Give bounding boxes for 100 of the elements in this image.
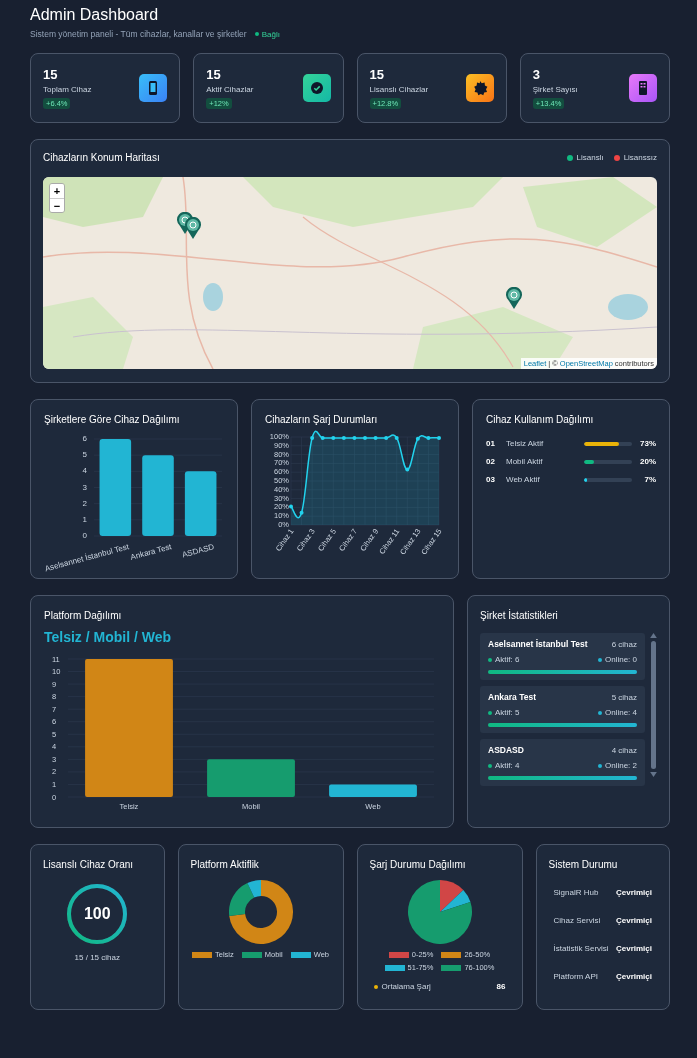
status-dot bbox=[488, 710, 492, 715]
status-dot bbox=[597, 763, 602, 768]
average-label: Ortalama Şarj bbox=[381, 982, 431, 991]
company-name: ASDASD bbox=[488, 745, 524, 755]
card-title: Şarj Durumu Dağılımı bbox=[369, 859, 467, 870]
company-item[interactable]: ASDASD 4 cihaz Aktif: 4 Online: 2 bbox=[480, 739, 645, 786]
scroll-up-icon[interactable] bbox=[649, 633, 657, 638]
chart-point bbox=[437, 435, 441, 440]
device-count: 4 cihaz bbox=[611, 745, 637, 755]
connection-status: Bağlı bbox=[254, 29, 280, 39]
service-name: SignalR Hub bbox=[553, 888, 599, 897]
check-icon bbox=[302, 74, 331, 102]
chart-point bbox=[289, 504, 293, 509]
card-title: Cihazların Konum Haritası bbox=[43, 152, 160, 163]
card-title: Platform Aktiflik bbox=[190, 859, 260, 870]
stat-value: 15 bbox=[206, 67, 221, 82]
ring-gauge bbox=[65, 882, 130, 946]
axis-label: 0 bbox=[82, 531, 87, 540]
active-count: Aktif: 6 bbox=[495, 655, 520, 664]
card-title: Platform Dağılımı bbox=[44, 610, 123, 621]
chart-point bbox=[405, 467, 410, 472]
gauge-value: 100 bbox=[83, 905, 111, 923]
service-name: İstatistik Servisi bbox=[553, 944, 609, 953]
usage-label: Telsiz Aktif bbox=[506, 439, 545, 448]
service-status: Çevrimiçi bbox=[615, 916, 652, 925]
company-item[interactable]: Ankara Test 5 cihaz Aktif: 5 Online: 4 bbox=[480, 686, 645, 733]
legend-swatch bbox=[388, 951, 409, 958]
online-count: Online: 0 bbox=[604, 655, 637, 664]
chart-point bbox=[394, 435, 399, 440]
axis-label: 1 bbox=[82, 514, 87, 524]
legend-swatch bbox=[241, 951, 262, 958]
service-name: Cihaz Servisi bbox=[553, 916, 601, 925]
phone-icon bbox=[139, 74, 168, 102]
service-name: Platform API bbox=[553, 972, 598, 981]
legend-swatch bbox=[441, 951, 462, 958]
device-count: 5 cihaz bbox=[611, 692, 637, 702]
legend-label: Lisanssız bbox=[623, 153, 657, 162]
axis-label: 3 bbox=[82, 482, 87, 492]
chart-point bbox=[320, 435, 325, 440]
chart-point bbox=[341, 435, 346, 440]
chart-point bbox=[415, 436, 420, 441]
active-count: Aktif: 4 bbox=[495, 761, 520, 770]
stat-label: Lisanslı Cihazlar bbox=[369, 85, 429, 94]
map-marker-icon[interactable] bbox=[185, 217, 201, 239]
chart-point bbox=[310, 435, 315, 440]
badge-icon bbox=[465, 74, 494, 102]
page-subtitle: Sistem yönetim paneli - Tüm cihazlar, kanallar ve şirketler bbox=[30, 29, 247, 39]
average-value: 86 bbox=[496, 982, 506, 991]
chart-point bbox=[352, 435, 357, 440]
company-item[interactable]: Aselsannet İstanbul Test 6 cihaz Aktif: 6 Online: 0 bbox=[480, 633, 645, 680]
usage-label: Web Aktif bbox=[506, 475, 541, 484]
page-title: Admin Dashboard bbox=[30, 6, 160, 24]
service-status: Çevrimiçi bbox=[615, 888, 652, 897]
progress-bar bbox=[584, 441, 632, 446]
card-title: Cihaz Kullanım Dağılımı bbox=[486, 414, 595, 425]
zoom-out-button[interactable]: − bbox=[50, 198, 64, 212]
company-name: Aselsannet İstanbul Test bbox=[488, 639, 588, 649]
status-dot bbox=[597, 710, 602, 715]
chart-point bbox=[299, 510, 304, 515]
map-marker-icon[interactable] bbox=[506, 287, 522, 309]
rank-number: 02 bbox=[486, 457, 496, 466]
chart-headline: Telsiz / Mobil / Web bbox=[44, 629, 173, 645]
stat-label: Aktif Cihazlar bbox=[206, 85, 254, 94]
chart-point bbox=[426, 435, 431, 440]
usage-percent: 20% bbox=[640, 457, 656, 466]
legend-swatch bbox=[384, 964, 405, 971]
zoom-in-button[interactable]: + bbox=[50, 184, 64, 198]
card-title: Şirketlere Göre Cihaz Dağılımı bbox=[44, 414, 181, 425]
scroll-down-icon[interactable] bbox=[649, 772, 657, 777]
axis-label: 6 bbox=[82, 434, 87, 443]
gauge-caption: 15 / 15 cihaz bbox=[73, 953, 121, 962]
progress-bar bbox=[584, 477, 632, 482]
rank-number: 03 bbox=[486, 475, 496, 484]
stat-label: Şirket Sayısı bbox=[532, 85, 578, 94]
device-count: 6 cihaz bbox=[611, 639, 637, 649]
axis-label: 2 bbox=[82, 498, 87, 508]
usage-label: Mobil Aktif bbox=[506, 457, 544, 466]
axis-label: 5 bbox=[82, 450, 87, 460]
status-dot bbox=[373, 984, 378, 989]
service-status: Çevrimiçi bbox=[615, 972, 652, 981]
usage-percent: 7% bbox=[644, 475, 656, 484]
chart-point bbox=[363, 435, 367, 440]
status-dot bbox=[597, 657, 602, 662]
scrollbar-thumb[interactable] bbox=[650, 641, 656, 769]
card-title: Şirket İstatistikleri bbox=[480, 610, 559, 621]
service-status: Çevrimiçi bbox=[615, 944, 652, 953]
status-dot bbox=[488, 657, 492, 662]
online-count: Online: 4 bbox=[604, 708, 637, 717]
chart-point bbox=[331, 435, 336, 440]
stat-value: 15 bbox=[43, 67, 58, 82]
usage-percent: 73% bbox=[640, 439, 656, 448]
rank-number: 01 bbox=[486, 439, 496, 448]
company-name: Ankara Test bbox=[488, 692, 537, 702]
progress-bar bbox=[584, 459, 632, 464]
card-title: Lisanslı Cihaz Oranı bbox=[43, 859, 135, 870]
stat-value: 3 bbox=[532, 67, 540, 82]
axis-label: Ankara Test bbox=[129, 542, 173, 562]
legend-label: Lisanslı bbox=[576, 153, 604, 162]
legend-swatch bbox=[192, 951, 212, 958]
chart-bar bbox=[184, 471, 217, 536]
